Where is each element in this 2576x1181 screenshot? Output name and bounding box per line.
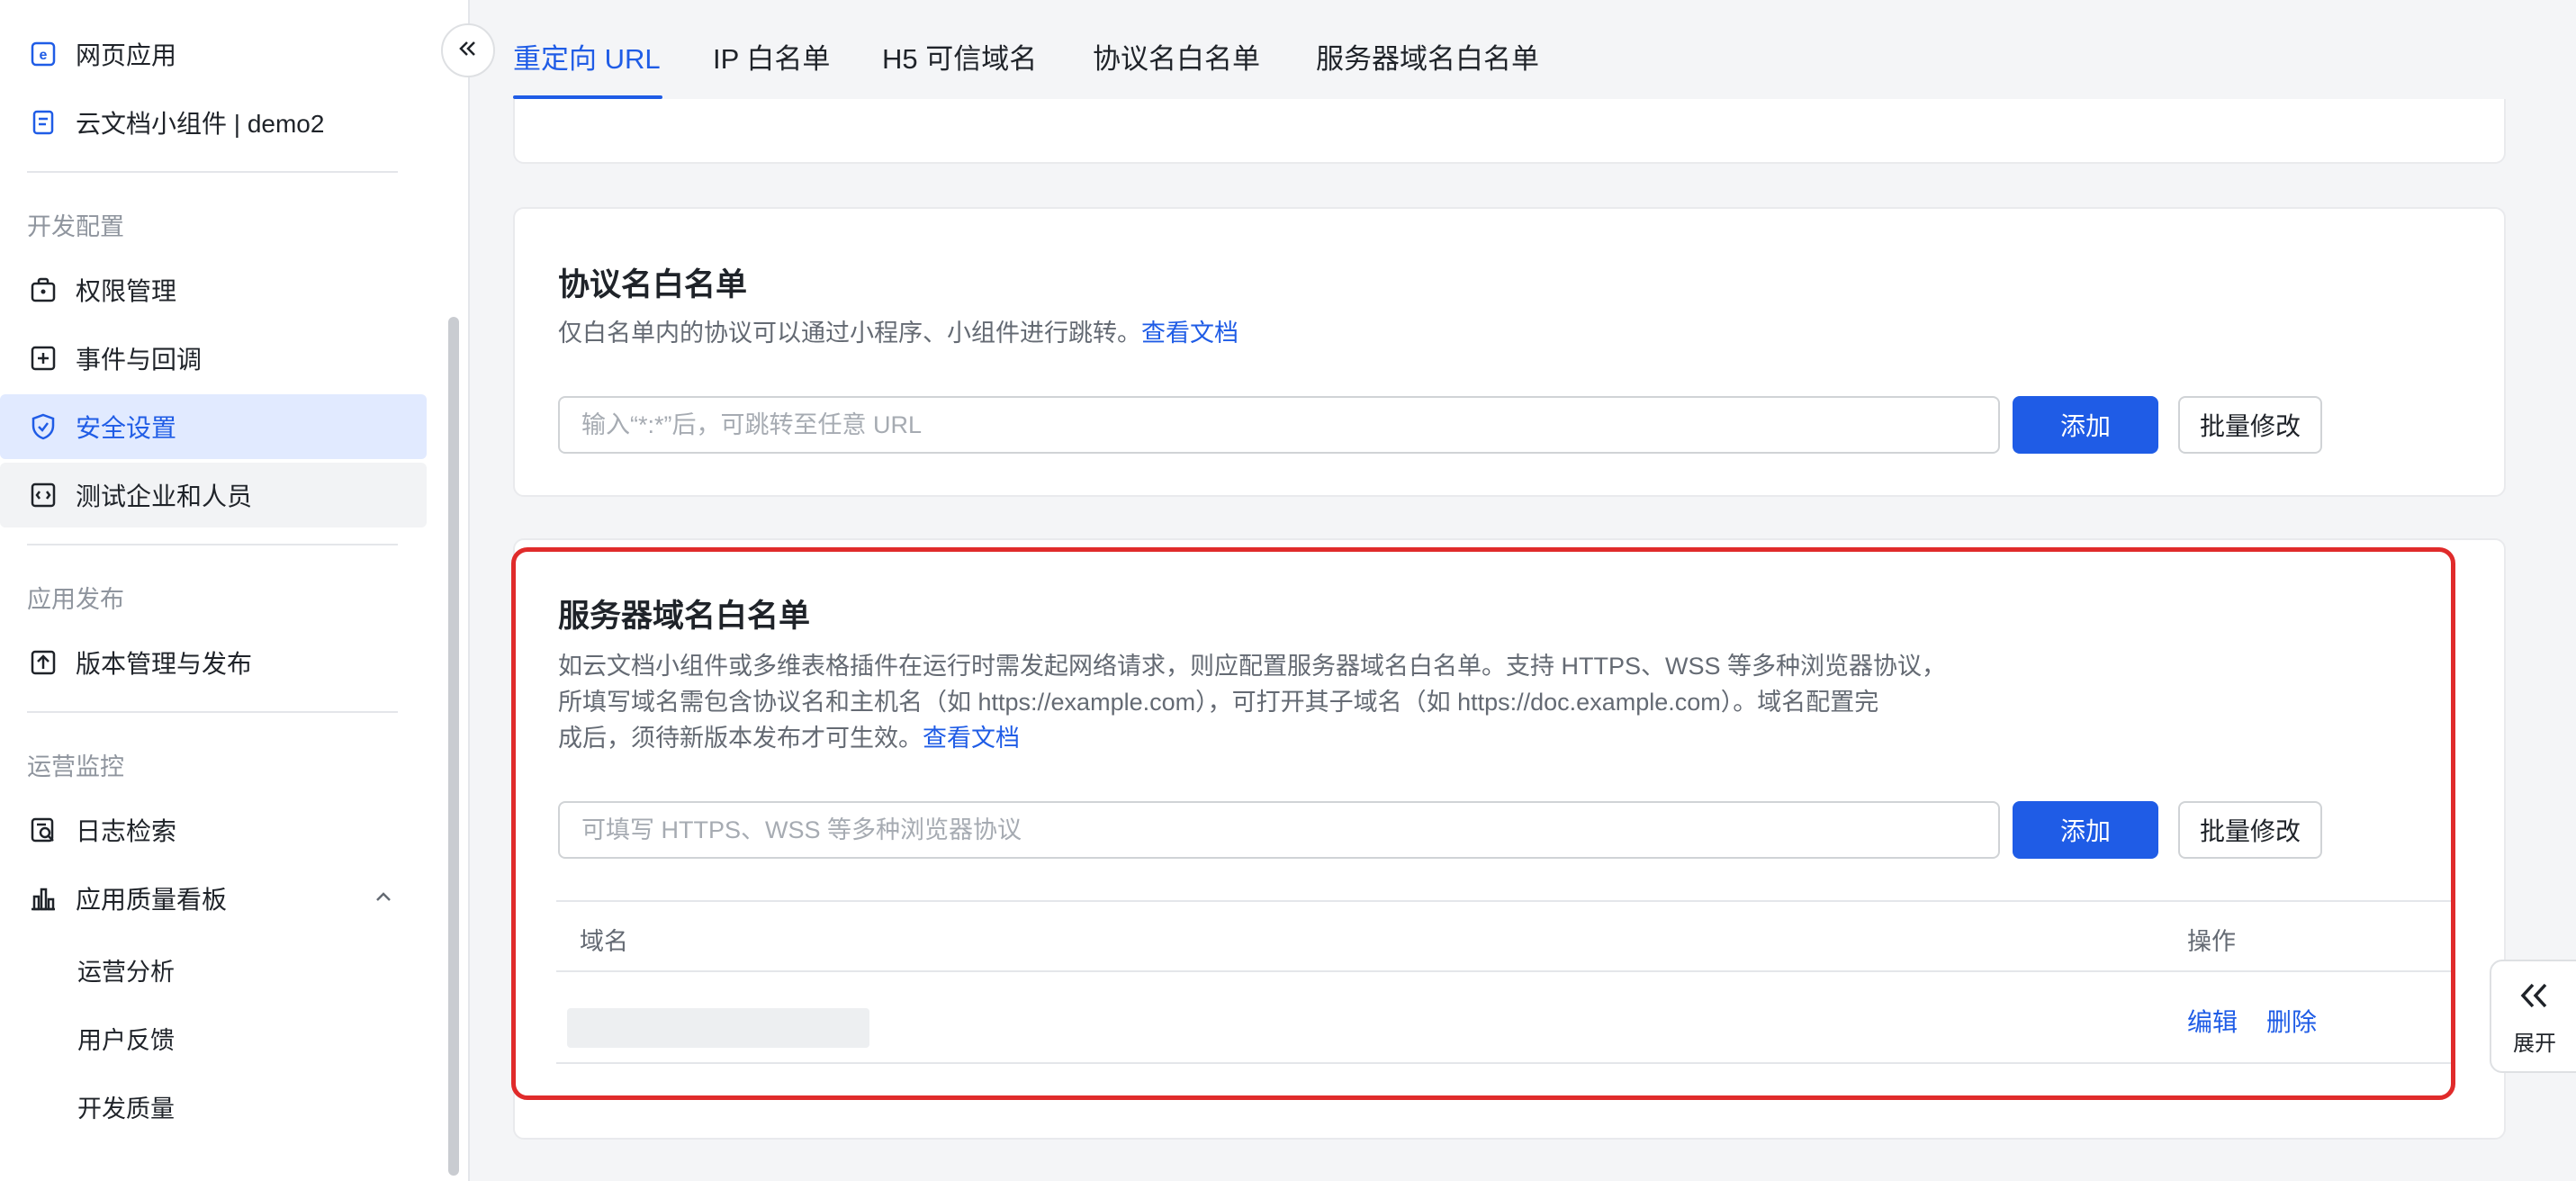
sidebar-item-permission[interactable]: 权限管理 bbox=[0, 257, 427, 322]
table-divider bbox=[556, 970, 2455, 972]
protocol-batch-edit-button[interactable]: 批量修改 bbox=[2178, 396, 2322, 454]
section-title-release: 应用发布 bbox=[27, 586, 124, 613]
sidebar: e 网页应用 云文档小组件 | demo2 开发配置 权限管理 事件与回调 安全… bbox=[0, 0, 470, 1181]
protocol-desc-text: 仅白名单内的协议可以通过小程序、小组件进行跳转。 bbox=[558, 320, 1141, 347]
sidebar-item-label: 版本管理与发布 bbox=[76, 650, 253, 678]
row-delete-button[interactable]: 删除 bbox=[2266, 1003, 2317, 1039]
tab-h5-trusted-domain[interactable]: H5 可信域名 bbox=[882, 36, 1037, 77]
server-desc-line: 如云文档小组件或多维表格插件在运行时需发起网络请求，则应配置服务器域名白名单。支… bbox=[558, 653, 1947, 680]
sidebar-item-label: 事件与回调 bbox=[76, 346, 203, 374]
bar-chart-icon bbox=[27, 882, 59, 915]
double-chevron-left-icon bbox=[2515, 976, 2554, 1020]
server-add-button[interactable]: 添加 bbox=[2013, 801, 2158, 859]
sidebar-item-label: 网页应用 bbox=[76, 41, 177, 69]
sidebar-item-quality-board[interactable]: 应用质量看板 bbox=[0, 866, 427, 931]
svg-text:e: e bbox=[40, 48, 48, 63]
tab-server-domain-whitelist[interactable]: 服务器域名白名单 bbox=[1316, 36, 1539, 77]
server-doc-link[interactable]: 查看文档 bbox=[923, 725, 1020, 752]
server-desc-line: 所填写域名需包含协议名和主机名（如 https://example.com），可… bbox=[558, 689, 1879, 716]
permission-icon bbox=[27, 274, 59, 306]
protocol-card-title: 协议名白名单 bbox=[558, 267, 748, 302]
double-chevron-left-icon bbox=[455, 35, 482, 67]
test-enterprise-icon bbox=[27, 479, 59, 511]
sidebar-subitem-dev-quality[interactable]: 开发质量 bbox=[77, 1089, 175, 1124]
sidebar-divider bbox=[27, 544, 398, 545]
web-app-icon: e bbox=[27, 38, 59, 70]
row-edit-button[interactable]: 编辑 bbox=[2187, 1003, 2238, 1039]
tab-protocol-whitelist[interactable]: 协议名白名单 bbox=[1093, 36, 1260, 77]
chevron-up-icon[interactable] bbox=[371, 884, 396, 914]
server-card-desc: 如云文档小组件或多维表格插件在运行时需发起网络请求，则应配置服务器域名白名单。支… bbox=[558, 648, 1980, 756]
section-title-monitor: 运营监控 bbox=[27, 753, 124, 780]
sidebar-item-event-callback[interactable]: 事件与回调 bbox=[0, 326, 427, 391]
sidebar-item-label: 云文档小组件 | demo2 bbox=[76, 110, 325, 138]
sidebar-item-label: 安全设置 bbox=[76, 414, 177, 442]
sidebar-item-label: 权限管理 bbox=[76, 277, 177, 305]
redirect-url-card bbox=[513, 99, 2506, 164]
table-divider bbox=[556, 1062, 2455, 1064]
protocol-card-desc: 仅白名单内的协议可以通过小程序、小组件进行跳转。查看文档 bbox=[558, 315, 1980, 351]
tab-ip-whitelist[interactable]: IP 白名单 bbox=[713, 36, 830, 77]
section-title-dev-config: 开发配置 bbox=[27, 213, 124, 240]
table-header-domain: 域名 bbox=[580, 928, 628, 955]
sidebar-item-web-app[interactable]: e 网页应用 bbox=[0, 22, 427, 86]
doc-widget-icon bbox=[27, 106, 59, 139]
expand-label: 展开 bbox=[2513, 1032, 2556, 1056]
sidebar-item-security[interactable]: 安全设置 bbox=[0, 394, 427, 459]
server-batch-edit-button[interactable]: 批量修改 bbox=[2178, 801, 2322, 859]
expand-panel-button[interactable]: 展开 bbox=[2490, 960, 2576, 1073]
server-domain-input[interactable] bbox=[558, 801, 2000, 859]
sidebar-subitem-operation-analysis[interactable]: 运营分析 bbox=[77, 952, 175, 987]
protocol-doc-link[interactable]: 查看文档 bbox=[1141, 320, 1238, 347]
protocol-input[interactable] bbox=[558, 396, 2000, 454]
server-domain-card: 服务器域名白名单 如云文档小组件或多维表格插件在运行时需发起网络请求，则应配置服… bbox=[513, 538, 2506, 1140]
sidebar-item-test-enterprise[interactable]: 测试企业和人员 bbox=[0, 463, 427, 527]
sidebar-scrollbar[interactable] bbox=[448, 317, 459, 1176]
table-divider bbox=[556, 900, 2455, 902]
sidebar-item-log-search[interactable]: 日志检索 bbox=[0, 798, 427, 862]
server-desc-line: 成后，须待新版本发布才可生效。查看文档 bbox=[558, 720, 1980, 756]
shield-icon bbox=[27, 410, 59, 443]
sidebar-item-label: 应用质量看板 bbox=[76, 886, 228, 914]
server-desc-text: 成后，须待新版本发布才可生效。 bbox=[558, 725, 923, 752]
sidebar-item-doc-widget[interactable]: 云文档小组件 | demo2 bbox=[0, 90, 427, 155]
sidebar-divider bbox=[27, 171, 398, 173]
protocol-whitelist-card: 协议名白名单 仅白名单内的协议可以通过小程序、小组件进行跳转。查看文档 添加 批… bbox=[513, 207, 2506, 497]
event-callback-icon bbox=[27, 342, 59, 374]
upload-icon bbox=[27, 646, 59, 679]
sidebar-divider bbox=[27, 711, 398, 713]
sidebar-item-version-release[interactable]: 版本管理与发布 bbox=[0, 630, 427, 695]
table-cell-domain-redacted bbox=[567, 1008, 869, 1048]
collapse-sidebar-button[interactable] bbox=[441, 23, 495, 77]
sidebar-item-label: 测试企业和人员 bbox=[76, 482, 253, 510]
sidebar-subitem-user-feedback[interactable]: 用户反馈 bbox=[77, 1021, 175, 1056]
protocol-add-button[interactable]: 添加 bbox=[2013, 396, 2158, 454]
sidebar-item-label: 日志检索 bbox=[76, 817, 177, 845]
server-card-title: 服务器域名白名单 bbox=[558, 599, 811, 634]
tab-redirect-url[interactable]: 重定向 URL bbox=[513, 36, 661, 77]
log-search-icon bbox=[27, 814, 59, 846]
table-header-action: 操作 bbox=[2187, 928, 2236, 955]
